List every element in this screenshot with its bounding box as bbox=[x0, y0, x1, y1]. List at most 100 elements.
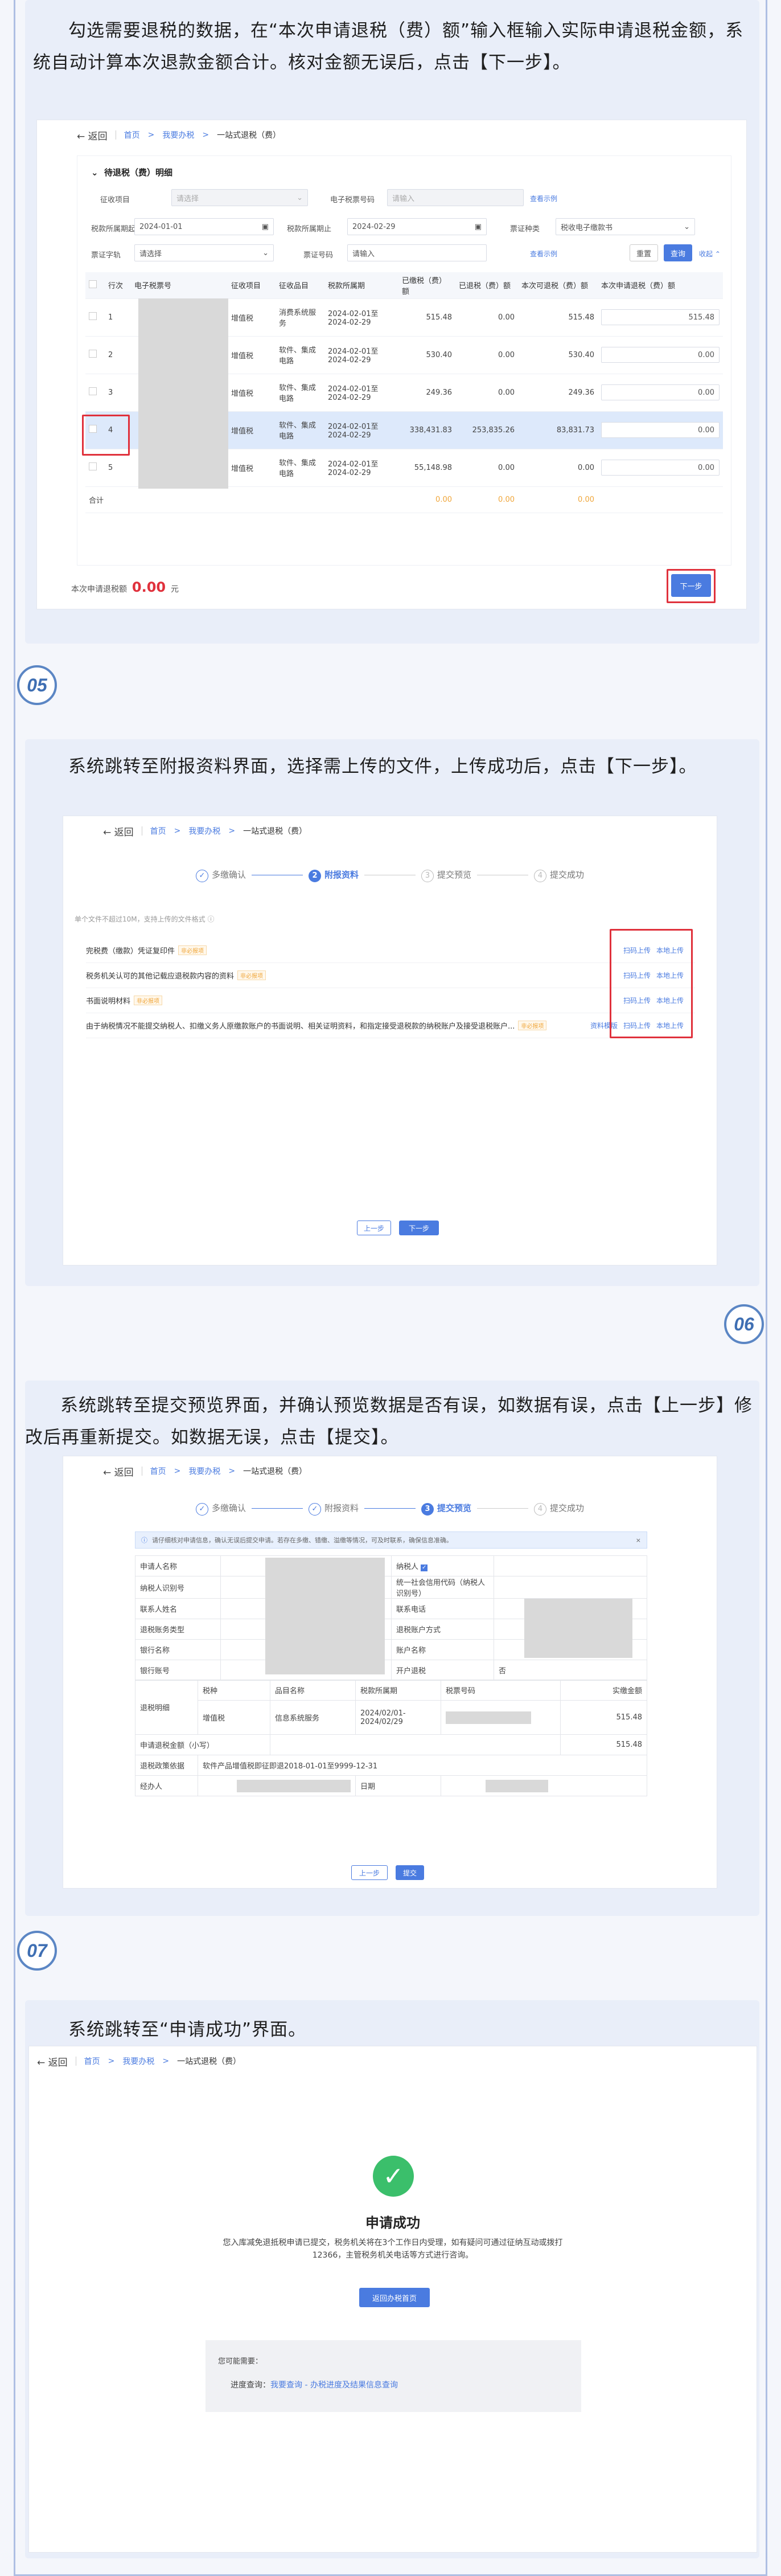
collapse-link[interactable]: 收起 ⌃ bbox=[699, 249, 721, 259]
prev-button[interactable]: 上一步 bbox=[357, 1221, 391, 1235]
next-button[interactable]: 下一步 bbox=[671, 574, 711, 597]
progress-query-link[interactable]: 我要查询 - 办税进度及结果信息查询 bbox=[270, 2381, 398, 2390]
apply-amount-input[interactable]: 0.00 bbox=[601, 460, 720, 476]
progress-query: 进度查询：我要查询 - 办税进度及结果信息查询 bbox=[231, 2381, 398, 2390]
apply-sum: 本次申请退税额 0.00 元 bbox=[71, 579, 179, 595]
filter-item-select[interactable]: 请选择 ⌄ bbox=[171, 189, 308, 206]
file-row: 完税费（缴款）凭证复印件 非必报项 扫码上传 本地上传 bbox=[86, 938, 695, 963]
next-button[interactable]: 下一步 bbox=[399, 1221, 439, 1235]
refund-card: ⌄ 待退税（费）明细 征收项目 请选择 ⌄ 电子税票号码 请输入 查看示例 税款所… bbox=[77, 155, 731, 566]
row-checkbox[interactable] bbox=[89, 312, 97, 320]
select-all-checkbox[interactable] bbox=[89, 280, 97, 288]
return-home-button[interactable]: 返回办税首页 bbox=[359, 2288, 430, 2307]
redacted-handler bbox=[237, 1779, 351, 1792]
apply-amount-input[interactable]: 515.48 bbox=[601, 309, 720, 325]
filter-label-end: 税款所属期止 bbox=[287, 225, 332, 234]
apply-amount-input[interactable]: 0.00 bbox=[601, 384, 720, 400]
page-header: ← 返回 首页 > 我要办税 > 一站式退税（费） bbox=[37, 120, 746, 150]
apply-amount-input[interactable]: 0.00 bbox=[601, 347, 720, 363]
progress-steps: ✓ 多缴确认 2 附报资料 3 提交预览 4 提交成功 bbox=[63, 869, 717, 882]
filter-label-item: 征收项目 bbox=[100, 196, 130, 204]
screenshot-attachments: ← 返回 首页 > 我要办税 > 一站式退税（费） ✓ 多缴确认 2 附报资料 3提… bbox=[63, 816, 717, 1266]
breadcrumb-home[interactable]: 首页 bbox=[84, 2055, 100, 2067]
filter-label-ticket: 电子税票号码 bbox=[330, 196, 375, 204]
file-name: 书面说明材料 bbox=[86, 997, 131, 1006]
screenshot-preview: ← 返回 首页 > 我要办税 > 一站式退税（费） ✓ 多缴确认 ✓ 附报资料 3提… bbox=[63, 1456, 717, 1889]
example-link-1[interactable]: 查看示例 bbox=[530, 194, 557, 203]
ticket-track-select[interactable]: 请选择 ⌄ bbox=[134, 244, 274, 261]
progress-steps: ✓ 多缴确认 ✓ 附报资料 3 提交预览 4 提交成功 bbox=[63, 1502, 717, 1516]
apply-amount-input[interactable]: 0.00 bbox=[601, 422, 720, 438]
section-3-intro: 系统跳转至提交预览界面，并确认预览数据是否有误，如数据有误，点击【上一步】修改后… bbox=[25, 1395, 753, 1448]
file-name: 由于纳税情况不能提交纳税人、扣缴义务人原缴款账户的书面说明、相关证明资料，和指定… bbox=[86, 1022, 515, 1031]
back-link[interactable]: ← 返回 bbox=[103, 1464, 134, 1479]
page-header: ← 返回 首页 > 我要办税 > 一站式退税（费） bbox=[63, 816, 717, 846]
step-badge-07: 07 bbox=[17, 1931, 57, 1971]
chevron-down-icon: ⌄ bbox=[684, 222, 690, 231]
suggestion-title: 您可能需要： bbox=[218, 2357, 263, 2366]
step-2: ✓ 附报资料 bbox=[308, 1502, 359, 1516]
breadcrumb-home[interactable]: 首页 bbox=[150, 825, 166, 837]
breadcrumb-current: 一站式退税（费） bbox=[243, 1467, 307, 1476]
screenshot-refund-list: ← 返回 首页 > 我要办税 > 一站式退税（费） ⌄ 待退税（费）明细 征收项… bbox=[36, 120, 747, 609]
section-title: ⌄ 待退税（费）明细 bbox=[91, 167, 173, 178]
breadcrumb-office[interactable]: 我要办税 bbox=[122, 2055, 154, 2067]
redacted-ticket bbox=[446, 1711, 531, 1724]
optional-tag: 非必报项 bbox=[237, 970, 266, 980]
submit-button[interactable]: 提交 bbox=[396, 1865, 424, 1880]
success-check-icon: ✓ bbox=[373, 2156, 414, 2197]
file-list: 完税费（缴款）凭证复印件 非必报项 扫码上传 本地上传 税务机关认可的其他记载应退税款内… bbox=[86, 938, 695, 1038]
row-checkbox[interactable] bbox=[89, 350, 97, 358]
highlight-upload bbox=[610, 929, 693, 1038]
back-link[interactable]: ← 返回 bbox=[37, 2054, 68, 2069]
close-icon[interactable]: × bbox=[636, 1537, 641, 1544]
ticket-number-input[interactable]: 请输入 bbox=[347, 244, 487, 261]
file-name: 完税费（缴款）凭证复印件 bbox=[86, 947, 175, 956]
step-badge-05: 05 bbox=[17, 665, 57, 705]
total-row: 合计 0.00 0.00 0.00 bbox=[85, 486, 723, 513]
success-title: 申请成功 bbox=[365, 2215, 420, 2231]
screenshot-success: ← 返回 首页 > 我要办税 > 一站式退税（费） ✓ 申请成功 您入库减免退抵… bbox=[28, 2046, 757, 2553]
breadcrumb-office[interactable]: 我要办税 bbox=[188, 1465, 220, 1477]
file-row: 由于纳税情况不能提交纳税人、扣缴义务人原缴款账户的书面说明、相关证明资料，和指定… bbox=[86, 1013, 695, 1038]
row-checkbox[interactable] bbox=[89, 387, 97, 395]
period-start-input[interactable]: 2024-01-01 ▣ bbox=[134, 218, 274, 235]
filter-label-number: 票证号码 bbox=[303, 251, 334, 260]
checkbox-checked: ✓ bbox=[421, 1565, 428, 1571]
table-header: 行次 电子税票号 征收项目 征收品目 税款所属期 已缴税（费）额 已退税（费）额… bbox=[85, 272, 723, 299]
info-alert: ⓘ 请仔细核对申请信息，确认无误后提交申请。若存在多缴、错缴、溢缴等情况，可及时联… bbox=[135, 1531, 647, 1549]
back-link[interactable]: ← 返回 bbox=[103, 824, 134, 838]
step-badge-06: 06 bbox=[724, 1304, 764, 1344]
breadcrumb-office[interactable]: 我要办税 bbox=[162, 129, 194, 141]
breadcrumb-current: 一站式退税（费） bbox=[217, 131, 281, 140]
filter-label-track: 票证字轨 bbox=[91, 251, 121, 260]
redacted-ticket-numbers bbox=[138, 298, 228, 489]
calendar-icon: ▣ bbox=[474, 222, 482, 231]
highlight-row-checkbox bbox=[82, 415, 130, 456]
breadcrumb-office[interactable]: 我要办税 bbox=[188, 825, 220, 837]
period-end-input[interactable]: 2024-02-29 ▣ bbox=[347, 218, 487, 235]
ticket-type-select[interactable]: 税收电子缴款书 ⌄ bbox=[556, 218, 695, 235]
breadcrumb-current: 一站式退税（费） bbox=[243, 827, 307, 836]
file-row: 税务机关认可的其他记载应退税款内容的资料 非必报项 扫码上传 本地上传 bbox=[86, 963, 695, 988]
step-4: 4 提交成功 bbox=[534, 869, 584, 882]
back-link[interactable]: ← 返回 bbox=[77, 128, 108, 142]
check-icon: ✓ bbox=[195, 869, 208, 882]
check-icon: ✓ bbox=[308, 1502, 321, 1516]
query-button[interactable]: 查询 bbox=[664, 244, 692, 261]
prev-button[interactable]: 上一步 bbox=[351, 1865, 388, 1880]
reset-button[interactable]: 重置 bbox=[630, 244, 658, 261]
filter-label-type: 票证种类 bbox=[510, 225, 540, 234]
breadcrumb-home[interactable]: 首页 bbox=[124, 129, 140, 141]
redacted-applicant bbox=[265, 1558, 385, 1674]
chevron-down-icon[interactable]: ⌄ bbox=[91, 167, 98, 178]
redacted-account bbox=[524, 1599, 632, 1658]
row-checkbox[interactable] bbox=[89, 462, 97, 470]
page-header: ← 返回 首页 > 我要办税 > 一站式退税（费） bbox=[29, 2046, 757, 2076]
example-link-2[interactable]: 查看示例 bbox=[530, 249, 557, 259]
upload-note: 单个文件不超过10M，支持上传的文件格式 ⓘ bbox=[75, 915, 215, 923]
success-message: 您入库减免退抵税申请已提交，税务机关将在3个工作日内受理，如有疑问可通过征纳互动… bbox=[223, 2238, 563, 2260]
filter-ticket-input[interactable]: 请输入 bbox=[387, 189, 524, 206]
breadcrumb-home[interactable]: 首页 bbox=[150, 1465, 166, 1477]
chevron-down-icon: ⌄ bbox=[262, 248, 269, 257]
